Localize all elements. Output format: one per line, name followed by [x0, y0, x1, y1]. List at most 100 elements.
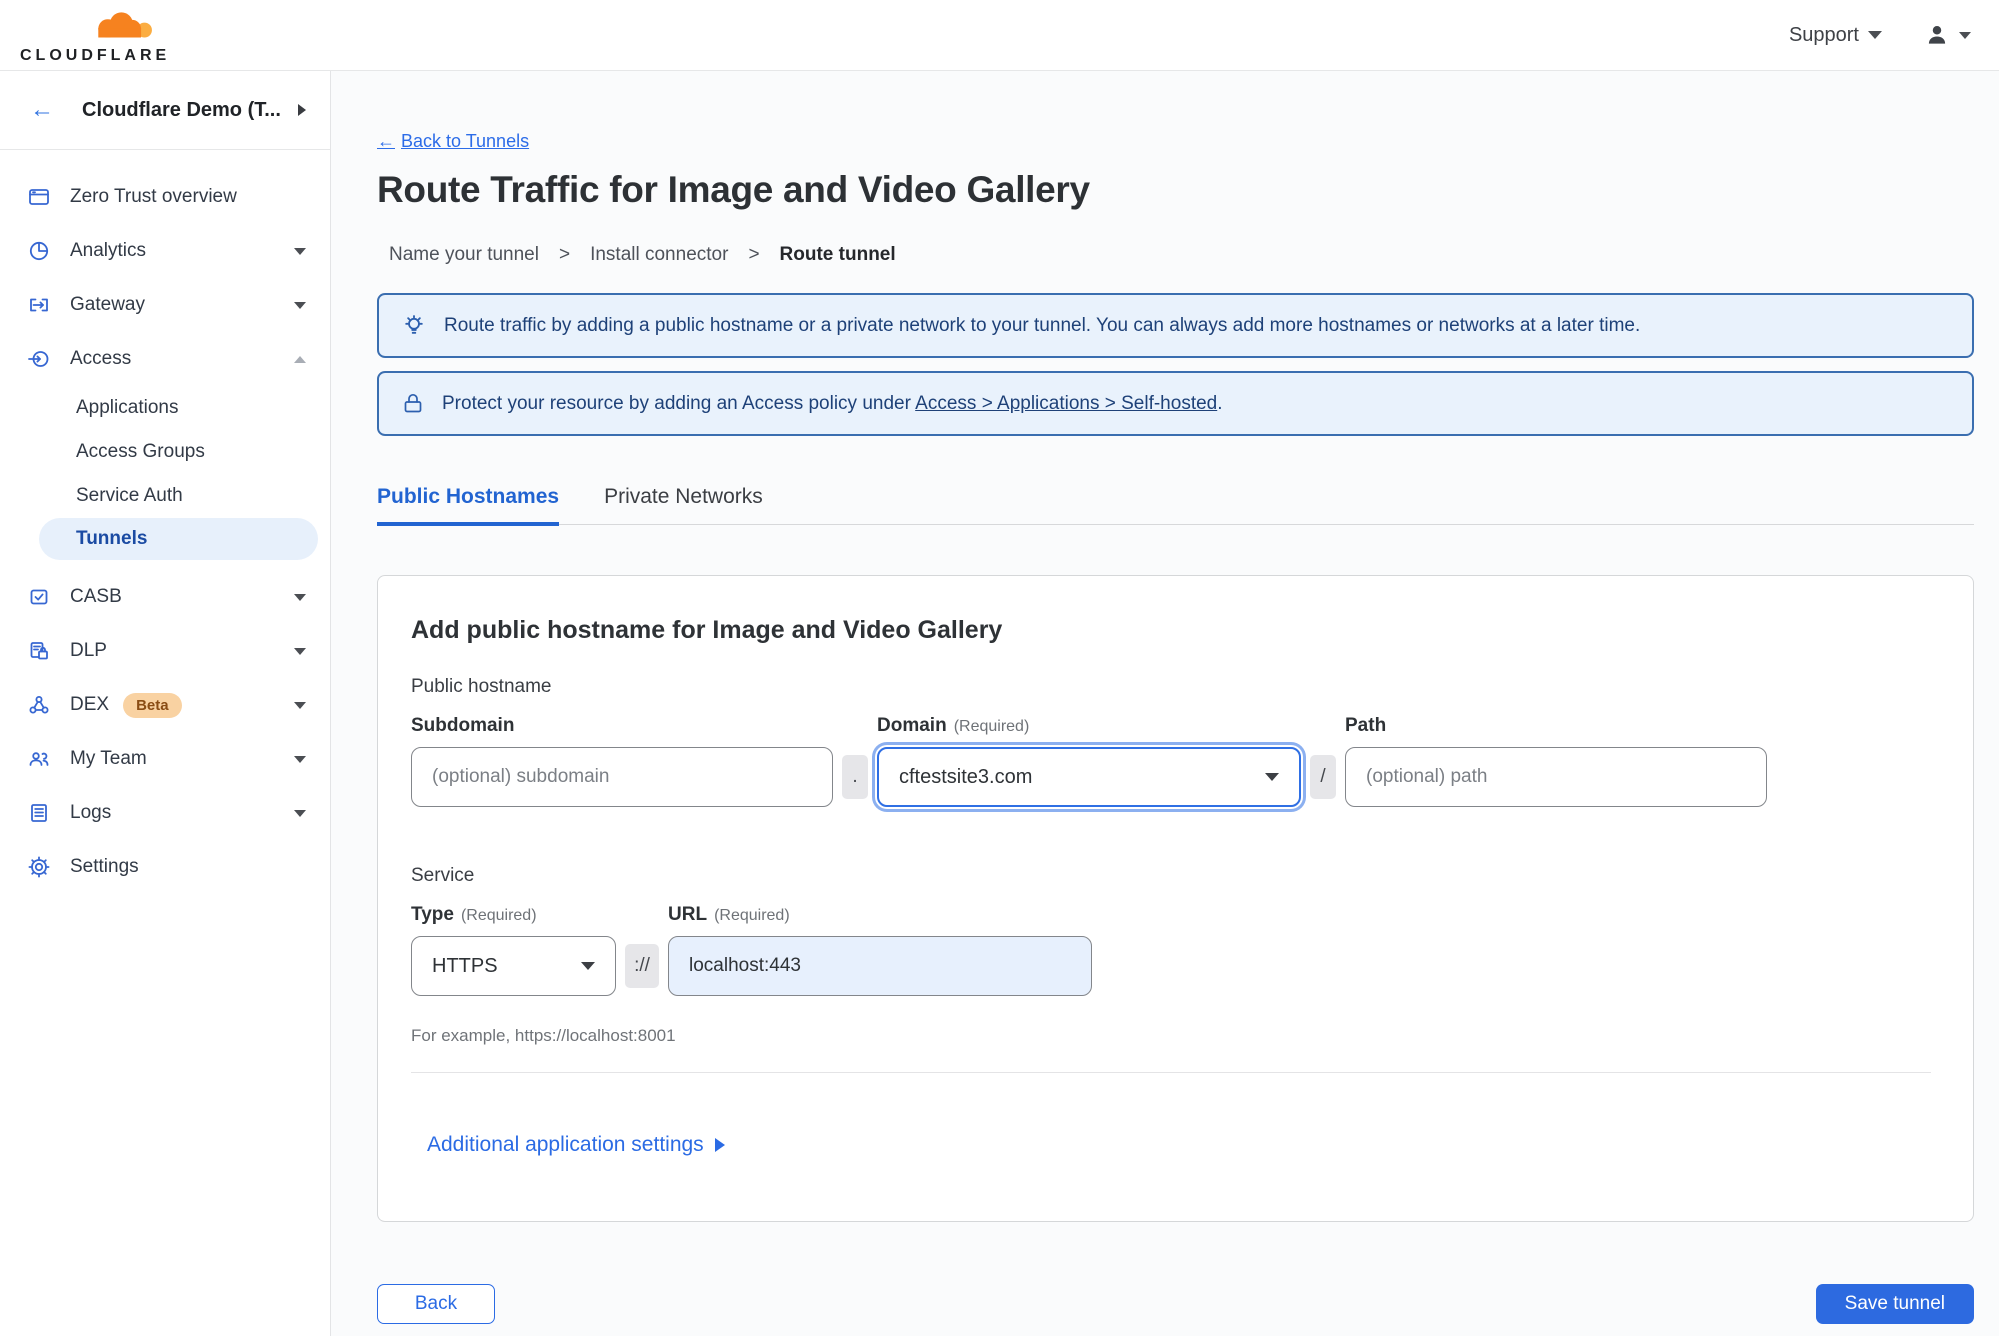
domain-label: Domain (Required)	[877, 715, 1301, 737]
chevron-down-icon	[294, 593, 306, 601]
chevron-down-icon	[1265, 773, 1279, 781]
sidebar-item-dlp[interactable]: DLP	[0, 624, 330, 678]
sidebar-item-label: Analytics	[70, 240, 147, 261]
sidebar-item-my-team[interactable]: My Team	[0, 732, 330, 786]
public-hostname-section-label: Public hostname	[411, 676, 552, 697]
account-name: Cloudflare Demo (T...	[82, 98, 281, 121]
dot-separator: .	[842, 755, 868, 799]
additional-settings-toggle[interactable]: Additional application settings	[427, 1133, 725, 1157]
logs-document-icon	[27, 801, 51, 825]
wizard-steps: Name your tunnel > Install connector > R…	[389, 244, 1974, 266]
tip-banner: Route traffic by adding a public hostnam…	[377, 293, 1974, 358]
back-button[interactable]: Back	[377, 1284, 495, 1324]
type-required-hint: (Required)	[460, 907, 537, 924]
step-name-your-tunnel: Name your tunnel	[389, 244, 539, 265]
service-type-select[interactable]: HTTPS	[411, 936, 616, 996]
back-link-label: Back to Tunnels	[401, 131, 530, 151]
access-login-icon	[27, 347, 51, 371]
lightbulb-icon	[405, 314, 423, 334]
subdomain-label-text: Subdomain	[411, 715, 515, 736]
protect-text-after: .	[1217, 392, 1223, 414]
chevron-right-icon	[298, 104, 306, 116]
tab-private-networks[interactable]: Private Networks	[604, 485, 763, 526]
document-lock-icon	[27, 639, 51, 663]
chevron-down-icon	[294, 809, 306, 817]
sidebar-item-gateway[interactable]: Gateway	[0, 278, 330, 332]
sidebar-item-access-groups[interactable]: Access Groups	[0, 430, 330, 474]
sidebar-item-applications[interactable]: Applications	[0, 386, 330, 430]
save-tunnel-button[interactable]: Save tunnel	[1815, 1284, 1974, 1324]
service-section-label: Service	[411, 865, 475, 886]
path-label-text: Path	[1345, 715, 1387, 736]
sidebar-item-logs[interactable]: Logs	[0, 786, 330, 840]
back-arrow-icon: ←	[377, 131, 395, 151]
type-label: Type (Required)	[411, 904, 616, 926]
subdomain-input[interactable]	[411, 747, 833, 807]
url-label: URL (Required)	[668, 904, 1092, 926]
slash-separator: /	[1310, 755, 1336, 799]
chevron-down-icon	[294, 247, 306, 255]
path-label: Path	[1345, 715, 1767, 737]
back-arrow-icon[interactable]: ←	[30, 98, 54, 122]
support-label: Support	[1788, 23, 1859, 46]
path-input[interactable]	[1345, 747, 1767, 807]
cloudflare-cloud-icon	[82, 11, 156, 42]
tab-public-hostnames[interactable]: Public Hostnames	[377, 485, 560, 526]
sidebar-item-label: Settings	[70, 856, 139, 877]
sidebar-item-tunnels[interactable]: Tunnels	[39, 518, 318, 560]
sidebar-item-settings[interactable]: Settings	[0, 840, 330, 894]
step-install-connector: Install connector	[590, 244, 729, 265]
chevron-down-icon	[1868, 31, 1882, 39]
additional-settings-label: Additional application settings	[427, 1133, 704, 1156]
sidebar-item-zero-trust-overview[interactable]: Zero Trust overview	[0, 170, 330, 224]
gear-icon	[27, 855, 51, 879]
sidebar: ← Cloudflare Demo (T... Zero Trust overv…	[0, 71, 331, 1336]
service-field-row: Type (Required) HTTPS :// URL (Required)	[411, 904, 1931, 996]
access-applications-selfhosted-link[interactable]: Access > Applications > Self-hosted	[915, 393, 1217, 414]
sidebar-item-access[interactable]: Access	[0, 332, 330, 386]
hostname-tabs: Public Hostnames Private Networks	[377, 485, 1974, 526]
sidebar-item-label: Logs	[70, 802, 112, 823]
sub-item-label: Applications	[76, 397, 179, 418]
sidebar-nav: Zero Trust overview Analytics Gateway Ac…	[0, 150, 330, 894]
domain-select[interactable]: cftestsite3.com	[877, 747, 1301, 807]
chevron-down-icon	[294, 701, 306, 709]
protect-text-before: Protect your resource by adding an Acces…	[442, 392, 911, 414]
cloudflare-wordmark: CLOUDFLARE	[20, 46, 171, 64]
page-title: Route Traffic for Image and Video Galler…	[377, 169, 1090, 210]
sidebar-item-label: CASB	[70, 586, 122, 607]
main-content: ← Back to Tunnels Route Traffic for Imag…	[331, 71, 1999, 1336]
scheme-separator: ://	[625, 944, 659, 988]
cloudflare-logo: CLOUDFLARE	[20, 6, 170, 65]
support-menu[interactable]: Support	[1789, 24, 1882, 47]
chevron-up-icon	[294, 355, 306, 363]
subdomain-label: Subdomain	[411, 715, 833, 737]
domain-required-hint: (Required)	[953, 718, 1030, 735]
sidebar-item-analytics[interactable]: Analytics	[0, 224, 330, 278]
lock-icon	[404, 393, 422, 412]
wizard-footer: Back Save tunnel	[377, 1284, 1974, 1324]
sub-item-label: Service Auth	[76, 485, 183, 506]
type-label-text: Type	[411, 904, 454, 925]
domain-label-text: Domain	[877, 715, 947, 736]
sidebar-item-service-auth[interactable]: Service Auth	[0, 474, 330, 518]
chevron-down-icon	[294, 647, 306, 655]
card-heading: Add public hostname for Image and Video …	[411, 616, 1003, 644]
sidebar-item-dex[interactable]: DEX Beta	[0, 678, 330, 732]
top-bar: CLOUDFLARE Support	[0, 0, 1999, 71]
sidebar-item-label: DLP	[70, 640, 107, 661]
user-menu[interactable]	[1924, 22, 1971, 48]
account-switcher[interactable]: ← Cloudflare Demo (T...	[0, 71, 330, 150]
beta-badge: Beta	[123, 692, 182, 718]
service-url-input[interactable]	[668, 936, 1092, 996]
sidebar-item-casb[interactable]: CASB	[0, 570, 330, 624]
chevron-down-icon	[294, 755, 306, 763]
step-route-tunnel: Route tunnel	[779, 244, 896, 265]
url-label-text: URL	[668, 904, 708, 925]
service-type-value: HTTPS	[432, 954, 498, 977]
public-hostname-card: Add public hostname for Image and Video …	[377, 575, 1974, 1222]
sidebar-item-label: My Team	[70, 748, 147, 769]
url-example-text: For example, https://localhost:8001	[411, 1026, 676, 1045]
chevron-down-icon	[294, 301, 306, 309]
back-to-tunnels-link[interactable]: ← Back to Tunnels	[377, 131, 529, 152]
